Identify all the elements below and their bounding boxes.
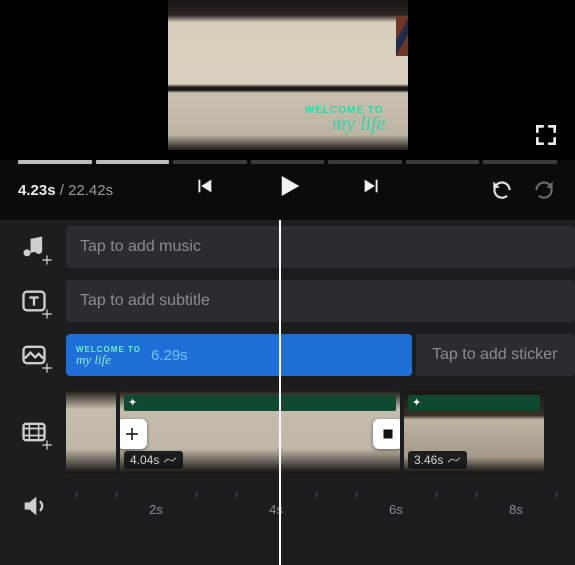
clip-duration-tag: 3.46s [408, 451, 467, 469]
tracks-panel: Tap to add music Tap to add subtitle WEL… [0, 220, 575, 565]
preview-area: WELCOME TO my life [0, 0, 575, 160]
add-video-button[interactable] [12, 410, 56, 454]
preview-content-decoration [396, 16, 408, 56]
fullscreen-icon [533, 122, 559, 148]
ease-curve-icon [163, 455, 177, 465]
stop-icon [379, 425, 397, 443]
clip-effect-bar [408, 395, 540, 411]
skip-prev-icon [193, 175, 215, 197]
add-subtitle-button[interactable] [12, 279, 56, 323]
star-icon: ✦ [128, 396, 137, 409]
clip-duration-tag: 4.04s [124, 451, 183, 469]
video-clip-prev-tail[interactable] [66, 391, 116, 473]
volume-button[interactable] [12, 484, 56, 528]
video-clip-2[interactable]: ✦ 3.46s [404, 391, 544, 473]
add-sticker-button[interactable] [12, 333, 56, 377]
transport-bar: 4.23s / 22.42s [0, 160, 575, 220]
skip-next-icon [361, 175, 383, 197]
prev-frame-button[interactable] [186, 168, 222, 204]
undo-icon [489, 176, 515, 202]
plus-badge-icon [40, 361, 52, 373]
subtitle-lane[interactable]: Tap to add subtitle [66, 280, 575, 322]
clip-effect-bar [124, 395, 396, 411]
video-editor-screen: WELCOME TO my life 4.23s / 22.42s [0, 0, 575, 565]
sticker-lane: WELCOME TO my life 6.29s Tap to add stic… [66, 334, 575, 376]
sticker-add-area[interactable]: Tap to add sticker [416, 334, 575, 376]
sticker-track-row: WELCOME TO my life 6.29s Tap to add stic… [0, 328, 575, 382]
play-button[interactable] [270, 168, 306, 204]
play-icon [273, 171, 303, 201]
next-frame-button[interactable] [354, 168, 390, 204]
redo-icon [531, 176, 557, 202]
plus-icon [123, 425, 141, 443]
sticker-clip-duration: 6.29s [151, 347, 188, 364]
trim-handle-right[interactable] [373, 419, 400, 449]
time-ruler[interactable]: 2s 4s 6s 8s [66, 486, 575, 526]
sticker-placeholder: Tap to add sticker [432, 346, 557, 364]
preview-frame[interactable]: WELCOME TO my life [168, 0, 408, 150]
timeline-chapter-marks [0, 160, 575, 166]
plus-badge-icon [40, 253, 52, 265]
music-placeholder: Tap to add music [80, 238, 201, 256]
watermark-text-2: my life [332, 113, 386, 136]
plus-badge-icon [40, 438, 52, 450]
music-lane[interactable]: Tap to add music [66, 226, 575, 268]
subtitle-track-row: Tap to add subtitle [0, 274, 575, 328]
ruler-label: 4s [269, 502, 283, 517]
music-track-row: Tap to add music [0, 220, 575, 274]
add-music-button[interactable] [12, 225, 56, 269]
star-icon: ✦ [412, 396, 421, 409]
sticker-clip-thumbnail: WELCOME TO my life [76, 345, 141, 365]
video-lane: ✦ 4.04s ✦ 3.46s [66, 390, 575, 474]
ruler-label: 2s [149, 502, 163, 517]
ruler-label: 8s [509, 502, 523, 517]
volume-ruler-row: 2s 4s 6s 8s [0, 482, 575, 530]
ease-curve-icon [447, 455, 461, 465]
ruler-label: 6s [389, 502, 403, 517]
undo-button[interactable] [487, 174, 517, 204]
volume-icon [20, 492, 48, 520]
video-track-row: ✦ 4.04s ✦ 3.46s [0, 382, 575, 482]
video-clip-1[interactable]: ✦ 4.04s [120, 391, 400, 473]
redo-button[interactable] [529, 174, 559, 204]
fullscreen-button[interactable] [533, 122, 561, 150]
trim-handle-left[interactable] [120, 419, 147, 449]
plus-badge-icon [40, 307, 52, 319]
sticker-clip[interactable]: WELCOME TO my life 6.29s [66, 334, 412, 376]
subtitle-placeholder: Tap to add subtitle [80, 292, 210, 310]
